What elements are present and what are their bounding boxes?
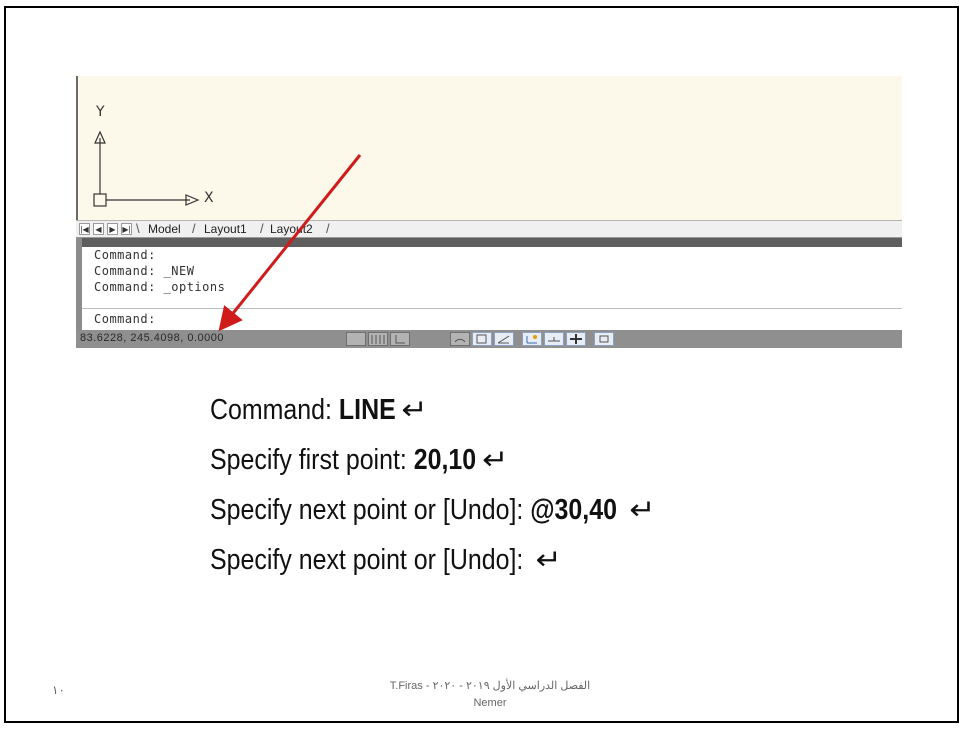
instruction-prompt: Command: xyxy=(210,394,339,426)
prev-tab-button[interactable]: ◀ xyxy=(93,223,104,235)
layout-tab-bar: |◀ ◀ ▶ ▶| \ Model / Layout1 / Layout2 / xyxy=(76,220,902,238)
command-history-line: Command: xyxy=(94,248,156,262)
snap-button[interactable] xyxy=(346,332,366,346)
enter-key-icon: ↵ xyxy=(481,444,508,475)
enter-key-icon: ↵ xyxy=(629,494,656,525)
autocad-screenshot: Y X |◀ ◀ ▶ ▶| \ Model / Layout1 / Layout… xyxy=(76,76,902,350)
osnap-icon xyxy=(476,334,487,344)
osnap-button[interactable] xyxy=(472,332,492,346)
coordinate-readout: 83.6228, 245.4098, 0.0000 xyxy=(80,332,225,344)
status-bar: 83.6228, 245.4098, 0.0000 xyxy=(76,330,902,348)
ducs-button[interactable] xyxy=(522,332,542,346)
tab-layout1[interactable]: Layout1 xyxy=(204,222,247,237)
enter-key-icon: ↵ xyxy=(535,544,563,575)
command-instructions: Command: LINE ↵ Specify first point: 20,1… xyxy=(210,392,810,592)
instruction-line: Specify first point: 20,10 ↵ xyxy=(210,442,726,492)
lwt-button[interactable] xyxy=(566,332,586,346)
ducs-icon xyxy=(526,335,537,344)
model-button[interactable] xyxy=(594,332,614,346)
command-input-line[interactable]: Command: xyxy=(94,312,156,326)
otrack-icon xyxy=(497,335,510,344)
x-axis-label: X xyxy=(204,190,214,206)
slide-footer: الفصل الدراسي الأول ٢٠١٩ - ٢٠٢٠ - T.Fira… xyxy=(330,678,650,712)
last-tab-button[interactable]: ▶| xyxy=(121,223,132,235)
footer-line-1: الفصل الدراسي الأول ٢٠١٩ - ٢٠٢٠ - T.Fira… xyxy=(389,680,591,692)
ortho-icon xyxy=(395,335,405,344)
instruction-value: 20,10 xyxy=(413,444,477,476)
next-tab-button[interactable]: ▶ xyxy=(107,223,118,235)
lineweight-icon xyxy=(570,334,582,344)
command-window[interactable]: Command: Command: _NEW Command: _options… xyxy=(76,238,902,330)
grid-button[interactable] xyxy=(368,332,388,346)
y-axis-label: Y xyxy=(96,104,105,120)
instruction-value: @30,40 xyxy=(530,494,617,526)
polar-button[interactable] xyxy=(450,332,470,346)
tab-layout2[interactable]: Layout2 xyxy=(270,222,313,237)
enter-key-icon: ↵ xyxy=(401,394,428,425)
grid-icon xyxy=(371,335,385,344)
footer-line-2: Nemer xyxy=(473,697,507,709)
ortho-button[interactable] xyxy=(390,332,410,346)
instruction-prompt: Specify first point: xyxy=(210,444,414,476)
ucs-icon: Y X xyxy=(78,76,278,220)
otrack-button[interactable] xyxy=(494,332,514,346)
dyn-button[interactable] xyxy=(544,332,564,346)
instruction-line: Command: LINE ↵ xyxy=(210,392,726,442)
command-history-line: Command: _NEW xyxy=(94,264,195,278)
drawing-area[interactable]: Y X xyxy=(76,76,902,220)
page-number: ١٠ xyxy=(52,683,65,697)
instruction-line: Specify next point or [Undo]: @30,40 ↵ xyxy=(210,492,726,542)
instruction-prompt: Specify next point or [Undo]: xyxy=(210,544,531,576)
instruction-value: LINE xyxy=(338,394,396,426)
instruction-prompt: Specify next point or [Undo]: xyxy=(210,494,531,526)
ucs-axes-icon xyxy=(93,130,200,207)
model-space-icon xyxy=(599,335,609,343)
command-history-line: Command: _options xyxy=(94,280,226,294)
tab-model[interactable]: Model xyxy=(148,222,181,237)
instruction-line: Specify next point or [Undo]: ↵ xyxy=(210,542,726,592)
command-divider xyxy=(82,308,902,309)
first-tab-button[interactable]: |◀ xyxy=(79,223,90,235)
dyn-icon xyxy=(548,337,560,342)
polar-icon xyxy=(454,338,466,343)
